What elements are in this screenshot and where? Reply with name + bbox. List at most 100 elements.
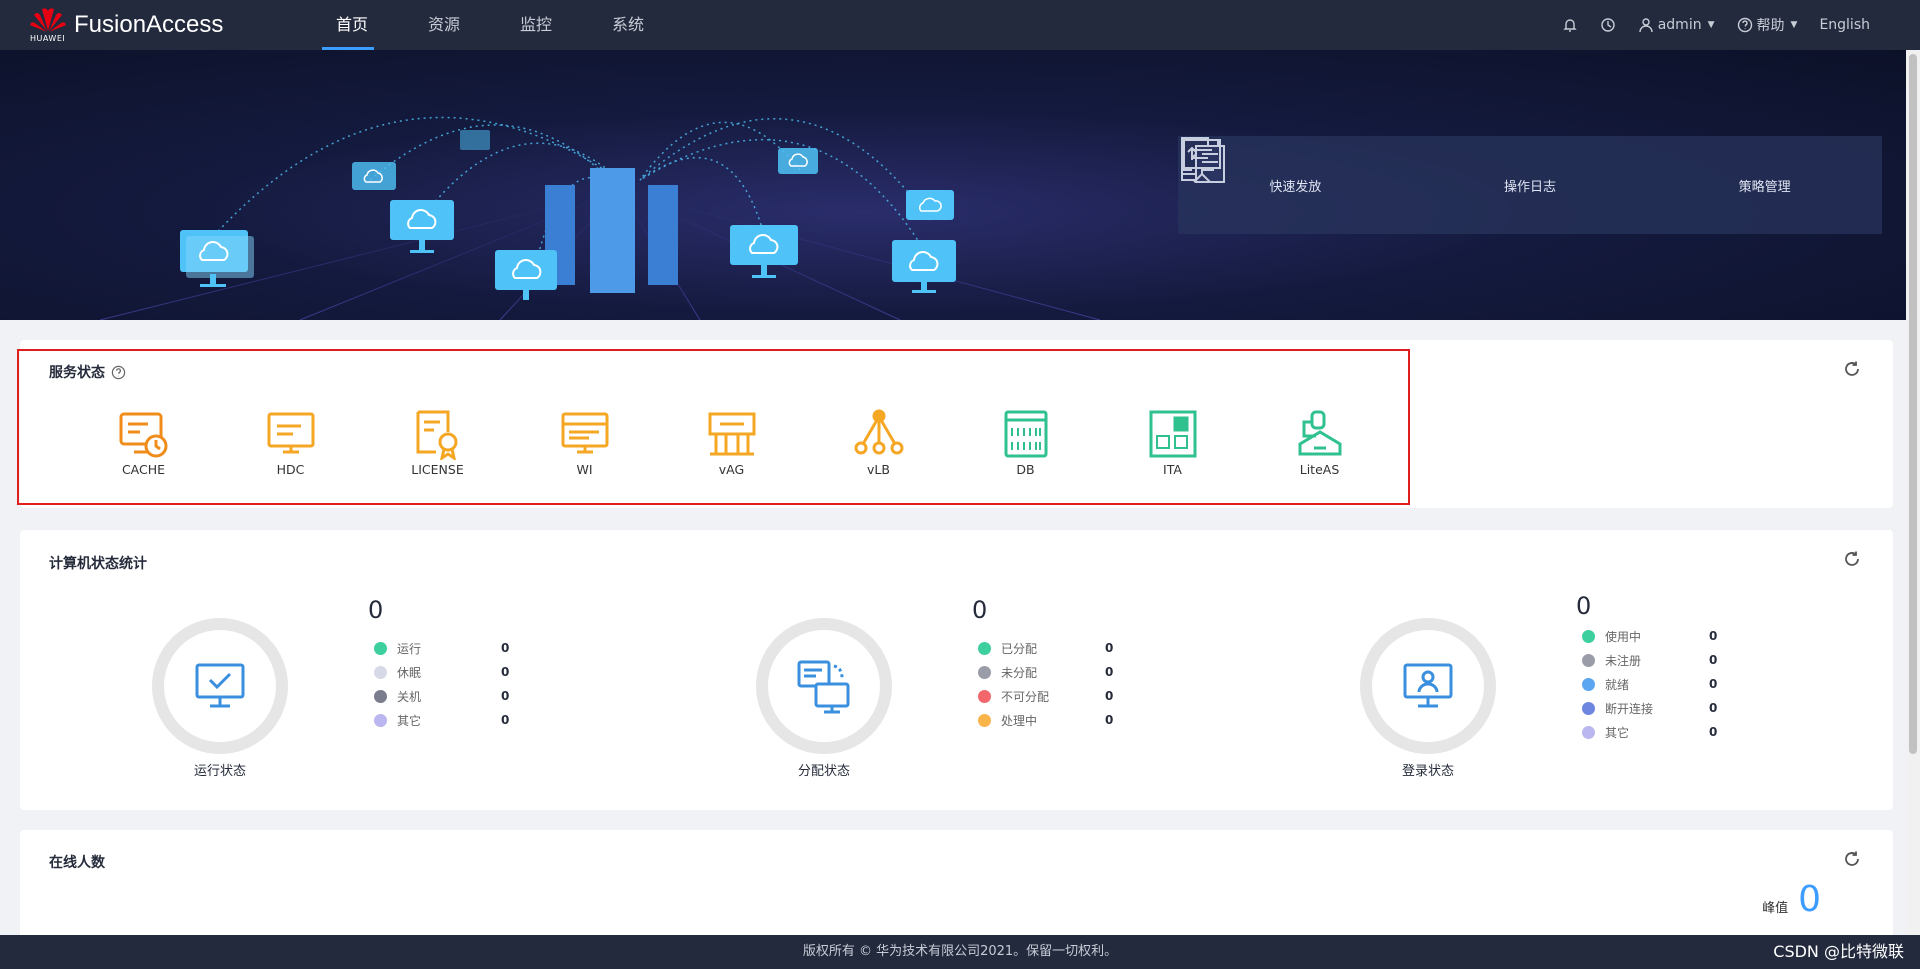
legend-label: 断开连接 [1605, 701, 1654, 716]
quick-provision-label: 快速发放 [1269, 179, 1322, 195]
legend-row: 其它 0 [1582, 720, 1717, 744]
computer-status-refresh-button[interactable] [1843, 550, 1861, 572]
help-menu[interactable]: 帮助 ▼ [1737, 15, 1798, 35]
legend-value: 0 [501, 713, 510, 727]
legend-dot [374, 689, 387, 703]
refresh-icon [1845, 851, 1859, 866]
legend-label: 就绪 [1605, 677, 1630, 692]
online-users-title: 在线人数 [49, 855, 105, 871]
service-db[interactable]: DB [952, 408, 1099, 477]
chevron-down-icon: ▼ [1790, 20, 1798, 30]
legend-row: 处理中 0 [978, 708, 1113, 732]
user-name: admin [1657, 17, 1702, 33]
home-banner: 快速发放 操作日志 策略管理 [0, 50, 1920, 320]
legend-label: 其它 [1605, 725, 1630, 740]
nav-item-resources[interactable]: 资源 [398, 0, 490, 50]
login-status-block: 登录状态 0 使用中 0 未注册 0 就绪 0 断开连接 0 其它 0 [1220, 530, 1820, 810]
allocation-status-ring [756, 618, 892, 754]
run-status-legend: 运行 0 休眠 0 关机 0 其它 0 [374, 636, 509, 732]
legend-dot [978, 713, 991, 727]
service-vag[interactable]: vAG [658, 408, 805, 477]
login-status-label: 登录状态 [1401, 764, 1454, 779]
quick-actions-panel: 快速发放 操作日志 策略管理 [1178, 136, 1882, 234]
legend-label: 处理中 [1001, 713, 1038, 728]
app-logo[interactable]: HUAWEI FusionAccess [28, 5, 286, 45]
nav-item-system[interactable]: 系统 [582, 0, 674, 50]
page-footer: 版权所有 © 华为技术有限公司2021。保留一切权利。 [0, 935, 1920, 969]
help-label: 帮助 [1756, 18, 1785, 34]
notifications-button[interactable] [1562, 17, 1578, 33]
login-status-ring [1360, 618, 1496, 754]
legend-value: 0 [1709, 701, 1718, 715]
legend-dot [978, 641, 991, 655]
language-switch[interactable]: English [1819, 17, 1870, 33]
copyright-text: 版权所有 © 华为技术有限公司2021。保留一切权利。 [802, 944, 1118, 959]
history-button[interactable] [1600, 17, 1616, 33]
service-label: LICENSE [411, 462, 464, 477]
legend-dot [1582, 629, 1595, 643]
help-icon[interactable] [111, 365, 126, 380]
page-scrollbar[interactable] [1906, 50, 1920, 935]
run-status-label: 运行状态 [193, 764, 246, 779]
login-status-total: 0 [1576, 592, 1592, 620]
legend-label: 休眠 [397, 665, 422, 680]
watermark: CSDN @比特微联 [1773, 942, 1904, 961]
legend-dot [1582, 725, 1595, 739]
gateway-icon [708, 412, 755, 456]
service-label: CACHE [121, 462, 166, 477]
liteas-user-icon [1298, 410, 1341, 456]
nav-item-home[interactable]: 首页 [306, 0, 398, 50]
allocation-status-label: 分配状态 [797, 764, 850, 779]
presentation-board-icon [1183, 139, 1221, 183]
login-status-legend: 使用中 0 未注册 0 就绪 0 断开连接 0 其它 0 [1582, 624, 1717, 744]
legend-dot [374, 641, 387, 655]
legend-value: 0 [501, 689, 510, 703]
run-status-total: 0 [368, 596, 384, 624]
legend-dot [374, 713, 387, 727]
service-label: vAG [718, 462, 745, 477]
allocation-status-block: 分配状态 0 已分配 0 未分配 0 不可分配 0 处理中 0 [620, 530, 1220, 810]
legend-value: 0 [1105, 641, 1114, 655]
legend-row: 不可分配 0 [978, 684, 1113, 708]
online-users-refresh-button[interactable] [1843, 850, 1861, 872]
load-balancer-icon [854, 409, 903, 455]
top-right-toolbar: admin ▼ 帮助 ▼ English [1562, 0, 1870, 50]
operation-log-label: 操作日志 [1503, 179, 1556, 195]
service-cache[interactable]: CACHE [70, 408, 217, 477]
service-vlb[interactable]: vLB [805, 408, 952, 477]
service-license[interactable]: LICENSE [364, 408, 511, 477]
service-ita[interactable]: ITA [1099, 408, 1246, 477]
web-interface-icon [561, 412, 608, 454]
legend-row: 其它 0 [374, 708, 509, 732]
legend-label: 未注册 [1605, 653, 1642, 668]
allocation-status-legend: 已分配 0 未分配 0 不可分配 0 处理中 0 [978, 636, 1113, 732]
legend-row: 休眠 0 [374, 660, 509, 684]
bell-icon [1563, 19, 1577, 32]
app-name: FusionAccess [74, 11, 224, 38]
service-list: CACHE HDC LICENSE WI vAG vLB DB ITA Lite… [70, 408, 1393, 477]
scrollbar-thumb[interactable] [1909, 54, 1917, 754]
legend-value: 0 [1709, 629, 1718, 643]
top-navigation-bar: HUAWEI FusionAccess 首页 资源 监控 系统 admin ▼ … [0, 0, 1920, 50]
service-hdc[interactable]: HDC [217, 408, 364, 477]
operation-log-button[interactable]: 操作日志 [1181, 137, 1590, 195]
legend-label: 运行 [397, 641, 422, 656]
user-menu[interactable]: admin ▼ [1638, 17, 1715, 33]
legend-value: 0 [501, 665, 510, 679]
computer-status-card: 计算机状态统计 运行状态 0 运行 0 休眠 0 关机 0 其它 0 分配状态 0 已分… [20, 530, 1893, 810]
service-status-refresh-button[interactable] [1843, 360, 1861, 382]
service-label: HDC [276, 462, 305, 477]
monitor-check-icon [195, 663, 245, 708]
service-wi[interactable]: WI [511, 408, 658, 477]
service-liteas[interactable]: LiteAS [1246, 408, 1393, 477]
legend-value: 0 [1105, 665, 1114, 679]
legend-value: 0 [1709, 677, 1718, 691]
nav-item-monitor[interactable]: 监控 [490, 0, 582, 50]
help-icon [1737, 17, 1752, 33]
legend-value: 0 [501, 641, 510, 655]
quick-provision-button[interactable]: 快速发放 [1181, 139, 1355, 195]
legend-dot [978, 689, 991, 703]
legend-label: 未分配 [1001, 665, 1038, 680]
policy-management-button[interactable]: 策略管理 [1183, 139, 1825, 195]
cache-server-icon [119, 412, 167, 458]
